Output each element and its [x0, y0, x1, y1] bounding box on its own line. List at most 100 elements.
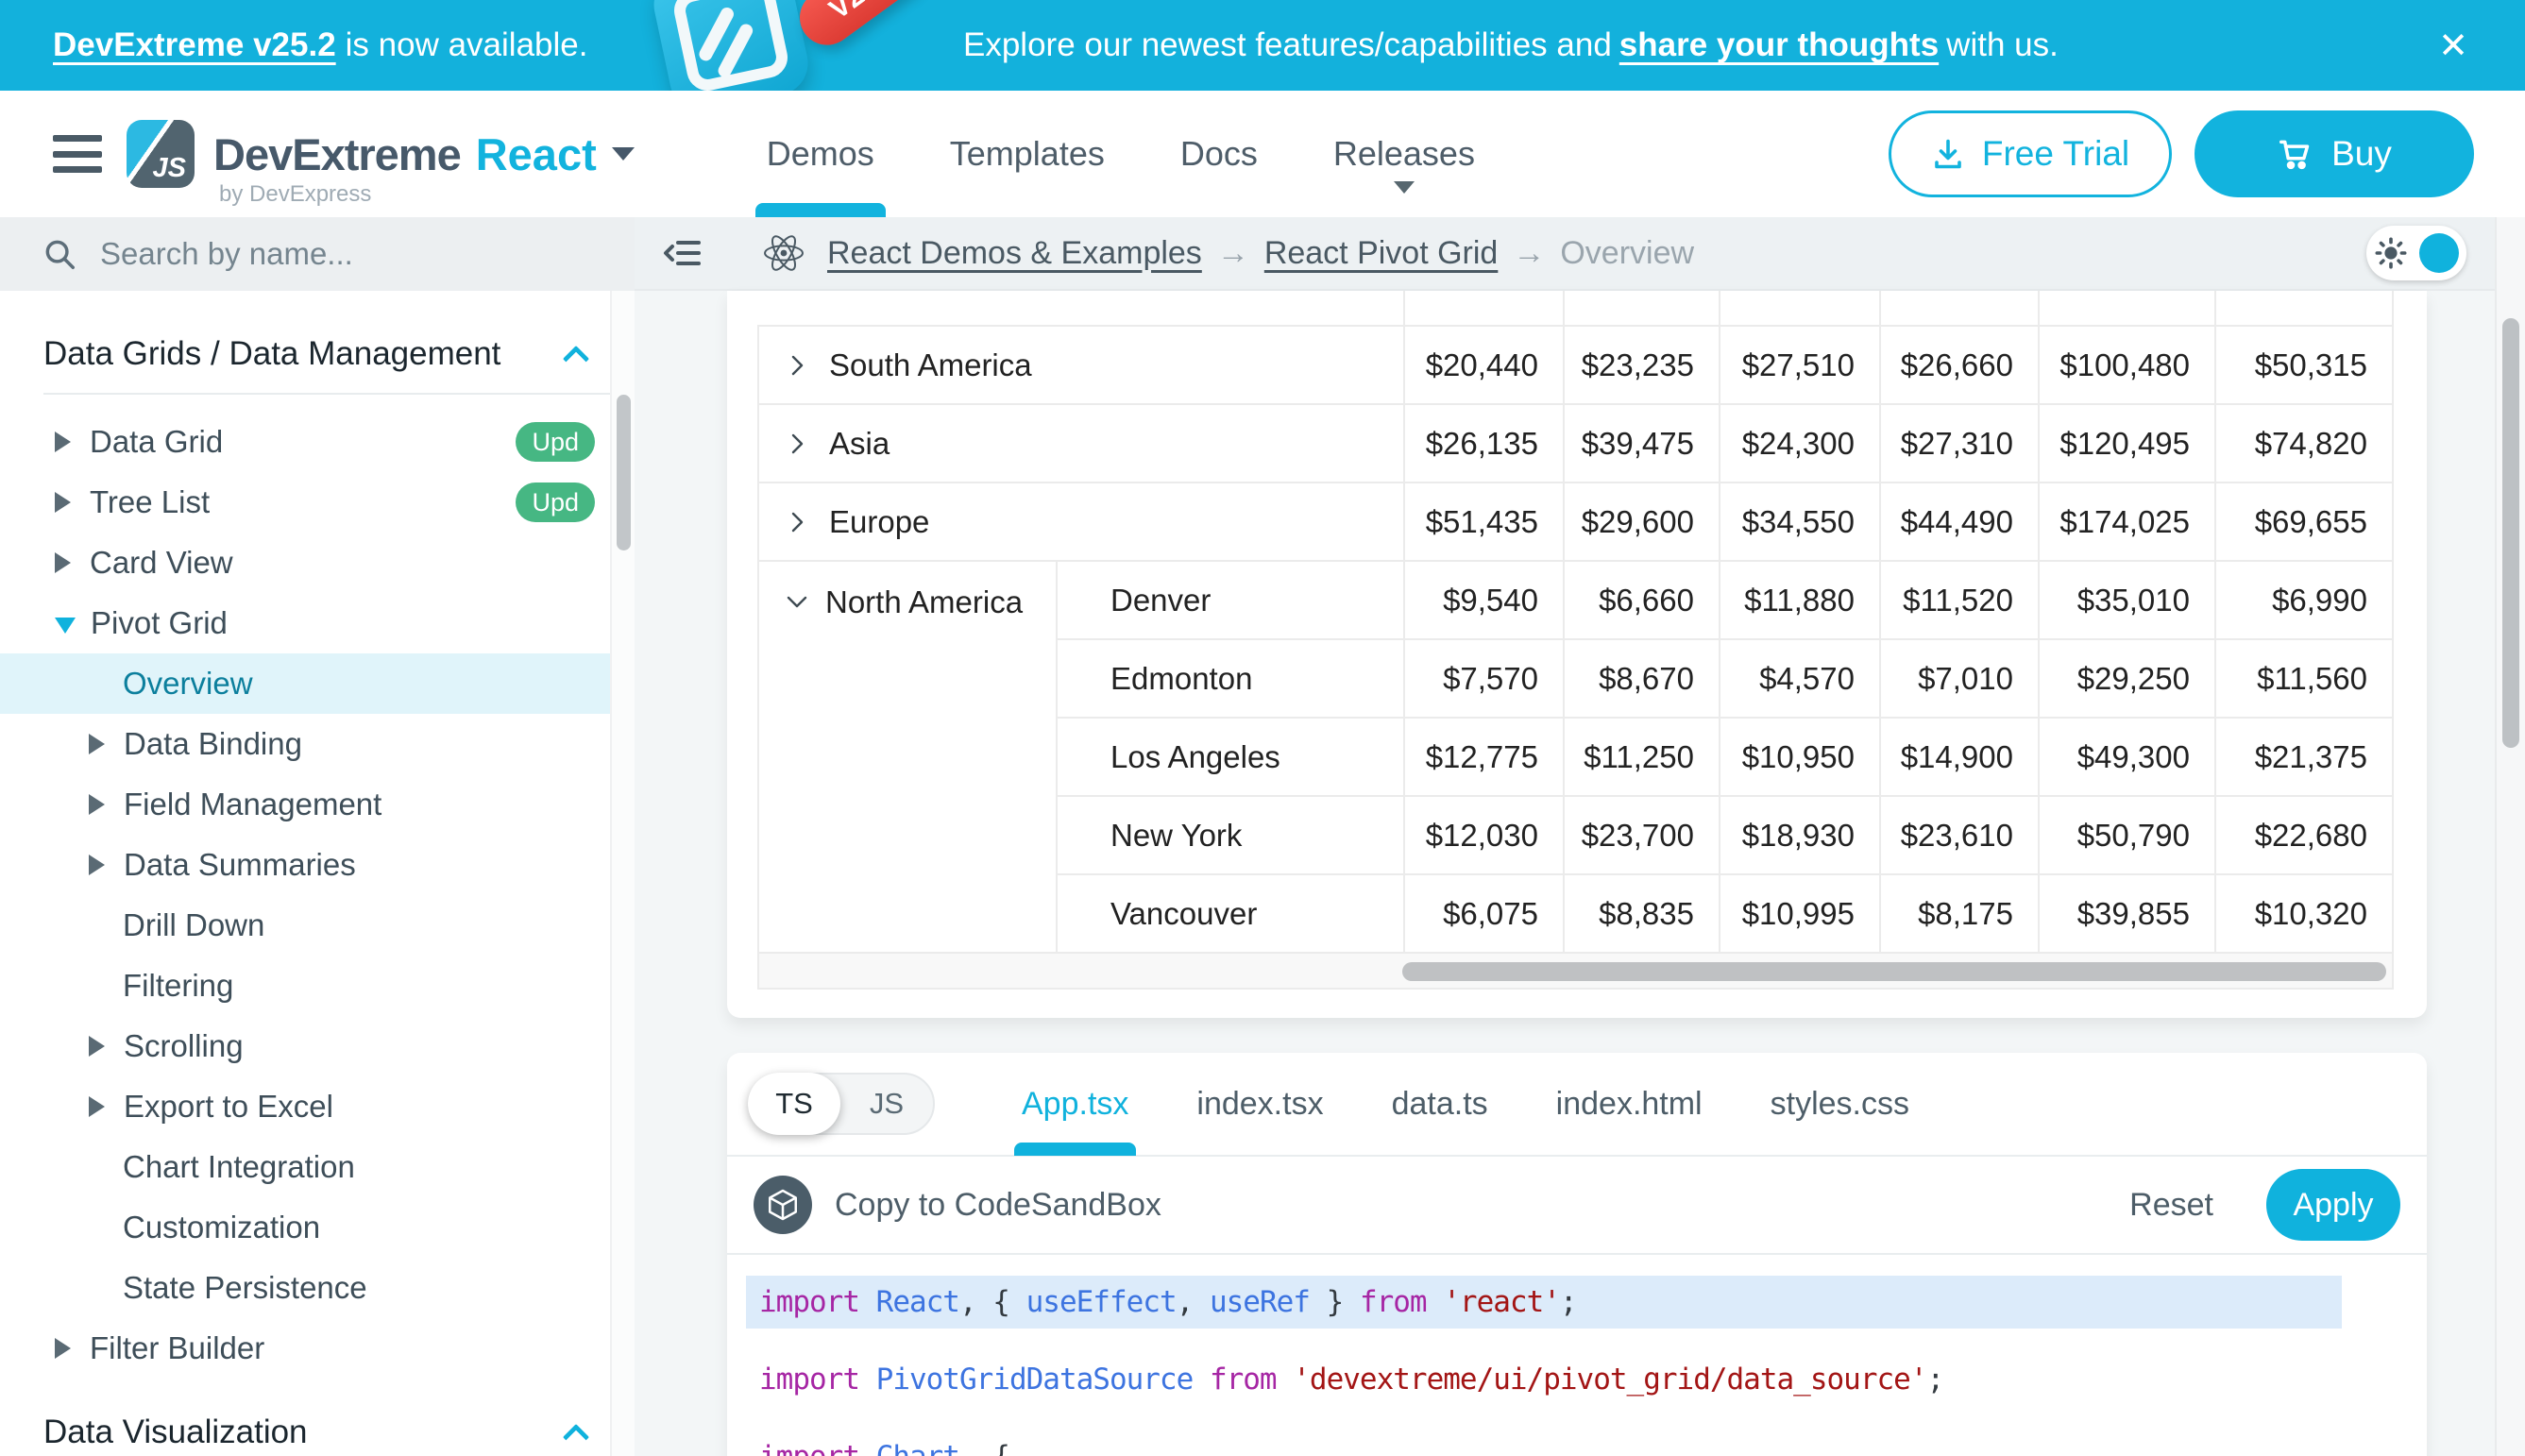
breadcrumb-link[interactable]: React Demos & Examples: [827, 235, 1202, 271]
tab-data-ts[interactable]: data.ts: [1392, 1052, 1488, 1156]
nav-releases[interactable]: Releases: [1296, 91, 1513, 217]
brand[interactable]: DevExtreme by DevExpress React: [213, 128, 635, 180]
pivot-city-header[interactable]: Denver: [1057, 561, 1404, 639]
code-token: from: [1210, 1363, 1277, 1397]
expand-chevron-right-icon[interactable]: [784, 352, 810, 379]
pivot-value-cell: $11,250: [1564, 718, 1720, 796]
cart-icon: [2277, 136, 2313, 172]
code-line-3: import Chart, {: [746, 1431, 2342, 1456]
expand-chevron-right-icon[interactable]: [784, 509, 810, 535]
pivot-city-header[interactable]: Vancouver: [1057, 874, 1404, 953]
page-scrollbar: [2495, 217, 2525, 1456]
language-switch-knob[interactable]: TS: [748, 1073, 840, 1135]
code-token: useEffect: [1026, 1285, 1177, 1319]
chevron-down-icon[interactable]: [612, 147, 635, 172]
pivot-value-cell: $6,660: [1564, 561, 1720, 639]
sidebar-item-drill-down[interactable]: Drill Down: [0, 895, 635, 956]
sidebar-item-data-grid[interactable]: Data GridUpd: [0, 412, 635, 472]
pivot-row-header[interactable]: South America: [758, 326, 1404, 404]
apply-button[interactable]: Apply: [2266, 1169, 2400, 1241]
sidebar-item-label: State Persistence: [123, 1270, 367, 1306]
banner-version-link[interactable]: DevExtreme v25.2: [53, 26, 336, 64]
sidebar-item-field-management[interactable]: Field Management: [0, 774, 635, 835]
chevron-down-icon: [55, 618, 76, 634]
pivot-value-cell: $11,560: [2215, 639, 2393, 718]
pivot-row-header[interactable]: Asia: [758, 404, 1404, 483]
sidebar-scrollbar-thumb[interactable]: [617, 395, 631, 550]
breadcrumb-link[interactable]: React Pivot Grid: [1264, 235, 1499, 271]
sidebar-item-chart-integration[interactable]: Chart Integration: [0, 1137, 635, 1197]
sidebar-item-label: Overview: [123, 666, 253, 702]
tab-index-html[interactable]: index.html: [1556, 1052, 1703, 1156]
hamburger-menu-icon[interactable]: [53, 135, 102, 173]
sidebar-item-state-persistence[interactable]: State Persistence: [0, 1258, 635, 1318]
pivot-value-cell: $120,495: [2039, 404, 2215, 483]
js-logo[interactable]: JS: [127, 120, 195, 188]
code-toolbar: Copy to CodeSandBox Reset Apply: [727, 1157, 2427, 1255]
page-scrollbar-thumb[interactable]: [2502, 318, 2519, 748]
sidebar-item-data-summaries[interactable]: Data Summaries: [0, 835, 635, 895]
nav-docs[interactable]: Docs: [1143, 91, 1296, 217]
banner-suffix: is now available.: [346, 26, 588, 64]
sidebar-item-card-view[interactable]: Card View: [0, 533, 635, 593]
hide-panel-icon[interactable]: [661, 231, 704, 275]
pivot-value-cell: $11,520: [1880, 561, 2039, 639]
free-trial-button[interactable]: Free Trial: [1889, 110, 2172, 197]
horizontal-scrollbar-thumb[interactable]: [1402, 962, 2386, 981]
pivot-city-header[interactable]: Edmonton: [1057, 639, 1404, 718]
copy-to-codesandbox-label[interactable]: Copy to CodeSandBox: [835, 1187, 1161, 1224]
tab-styles-css[interactable]: styles.css: [1771, 1052, 1909, 1156]
sidebar-item-filter-builder[interactable]: Filter Builder: [0, 1318, 635, 1379]
nav-templates[interactable]: Templates: [912, 91, 1143, 217]
pivot-value-cell: $34,550: [1720, 483, 1880, 561]
tab-index-tsx[interactable]: index.tsx: [1196, 1052, 1323, 1156]
language-switch[interactable]: TS JS: [748, 1073, 935, 1135]
js-logo-text: JS: [153, 153, 186, 184]
theme-toggle[interactable]: [2366, 226, 2466, 280]
theme-toggle-knob[interactable]: [2419, 233, 2459, 273]
sidebar-item-export-to-excel[interactable]: Export to Excel: [0, 1076, 635, 1137]
pivot-group-header[interactable]: North America: [758, 561, 1057, 953]
sidebar-item-label: Data Binding: [124, 726, 302, 762]
share-thoughts-link[interactable]: share your thoughts: [1619, 26, 1939, 64]
row-label: Asia: [829, 426, 890, 462]
pivot-value-cell: $8,175: [1880, 874, 2039, 953]
sidebar-item-filtering[interactable]: Filtering: [0, 956, 635, 1016]
sidebar-item-customization[interactable]: Customization: [0, 1197, 635, 1258]
main-nav: DemosTemplatesDocsReleases: [729, 91, 1513, 217]
banner-message-pre: Explore our newest features/capabilities…: [963, 26, 1612, 64]
sidebar-item-scrolling[interactable]: Scrolling: [0, 1016, 635, 1076]
framework-name: React: [476, 128, 597, 180]
pivot-value-cell: $29,250: [2039, 639, 2215, 718]
pivot-value-cell: $6,990: [2215, 561, 2393, 639]
tab-app-tsx[interactable]: App.tsx: [1022, 1052, 1128, 1156]
nav-demos[interactable]: Demos: [729, 91, 912, 217]
code-editor[interactable]: import React, { useEffect, useRef } from…: [727, 1255, 2427, 1456]
language-switch-alt[interactable]: JS: [840, 1087, 933, 1121]
pivot-city-header[interactable]: Los Angeles: [1057, 718, 1404, 796]
pivot-value-cell: $21,375: [2215, 718, 2393, 796]
buy-button[interactable]: Buy: [2195, 110, 2474, 197]
reset-button[interactable]: Reset: [2129, 1187, 2213, 1224]
chevron-right-icon: [89, 734, 105, 754]
sidebar-item-data-binding[interactable]: Data Binding: [0, 714, 635, 774]
code-line-2: import PivotGridDataSource from 'devextr…: [746, 1353, 2342, 1406]
pivot-city-header[interactable]: New York: [1057, 796, 1404, 874]
sidebar-item-tree-list[interactable]: Tree ListUpd: [0, 472, 635, 533]
pivot-row-header[interactable]: Europe: [758, 483, 1404, 561]
code-token: }: [1310, 1285, 1360, 1319]
sidebar-section-header[interactable]: Data Grids / Data Management: [0, 323, 635, 385]
expand-chevron-right-icon[interactable]: [784, 431, 810, 457]
codesandbox-icon[interactable]: [754, 1176, 812, 1234]
code-token: from: [1360, 1285, 1427, 1319]
banner-close-icon[interactable]: ✕: [2438, 0, 2468, 91]
section-title: Data Grids / Data Management: [43, 335, 500, 373]
code-token: [859, 1440, 876, 1456]
sidebar-item-pivot-grid[interactable]: Pivot Grid: [0, 593, 635, 653]
sidebar-section2-header[interactable]: Data Visualization: [0, 1401, 635, 1456]
sidebar-item-overview[interactable]: Overview: [0, 653, 635, 714]
chevron-up-icon: [563, 1424, 589, 1450]
search-input[interactable]: [100, 236, 572, 272]
collapse-chevron-down-icon[interactable]: [784, 589, 810, 616]
table-row: South America$20,440$23,235$27,510$26,66…: [758, 326, 2393, 404]
